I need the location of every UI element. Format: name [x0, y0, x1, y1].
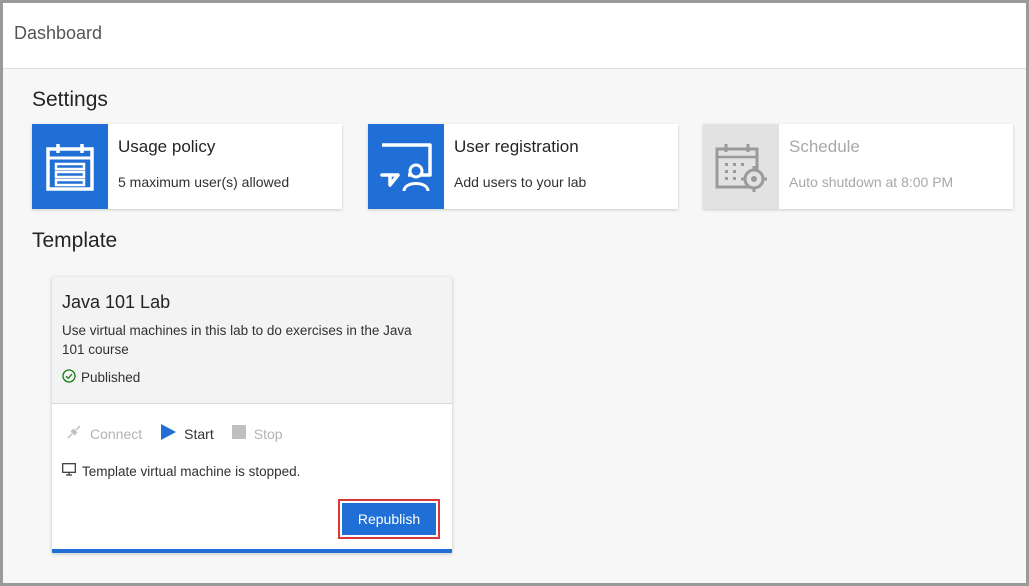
stop-button[interactable]: Stop: [231, 425, 283, 442]
vm-state: Template virtual machine is stopped.: [62, 463, 300, 479]
stop-label: Stop: [253, 425, 283, 442]
card-subtitle: 5 maximum user(s) allowed: [118, 174, 290, 190]
card-accent-bar: [52, 549, 452, 553]
app-frame: Dashboard Settings Usage policy 5 maximu…: [0, 0, 1029, 586]
republish-highlight: Republish: [338, 499, 440, 539]
connect-button[interactable]: Connect: [66, 424, 142, 443]
vm-actions: Connect Start Stop: [66, 424, 301, 443]
start-label: Start: [184, 425, 214, 442]
settings-heading: Settings: [32, 88, 108, 111]
calendar-gear-icon: [703, 124, 779, 209]
template-card: Java 101 Lab Use virtual machines in thi…: [52, 277, 452, 553]
status-label: Published: [81, 370, 141, 385]
card-subtitle: Auto shutdown at 8:00 PM: [789, 174, 954, 190]
monitor-icon: [62, 463, 76, 479]
usage-policy-card[interactable]: Usage policy 5 maximum user(s) allowed: [32, 124, 342, 209]
card-title: Usage policy: [118, 137, 216, 156]
user-chat-icon: [368, 124, 444, 209]
vm-state-label: Template virtual machine is stopped.: [82, 463, 301, 479]
publish-status: Published: [62, 369, 140, 386]
page-title: Dashboard: [14, 23, 103, 43]
plug-icon: [66, 424, 82, 443]
card-title: User registration: [454, 137, 579, 156]
top-bar: Dashboard: [3, 3, 1026, 69]
template-card-header: Java 101 Lab Use virtual machines in thi…: [52, 277, 452, 404]
user-registration-card[interactable]: User registration Add users to your lab: [368, 124, 678, 209]
stop-icon: [231, 425, 246, 442]
card-subtitle: Add users to your lab: [454, 174, 587, 190]
start-button[interactable]: Start: [160, 424, 214, 443]
schedule-card: Schedule Auto shutdown at 8:00 PM: [703, 124, 1013, 209]
play-icon: [160, 424, 177, 443]
template-heading: Template: [32, 229, 118, 252]
republish-button[interactable]: Republish: [342, 503, 436, 535]
check-circle-icon: [62, 369, 76, 386]
card-title: Schedule: [789, 137, 860, 156]
template-name: Java 101 Lab: [62, 292, 171, 312]
connect-label: Connect: [90, 425, 143, 442]
calendar-list-icon: [32, 124, 108, 209]
template-description: Use virtual machines in this lab to do e…: [62, 323, 412, 357]
